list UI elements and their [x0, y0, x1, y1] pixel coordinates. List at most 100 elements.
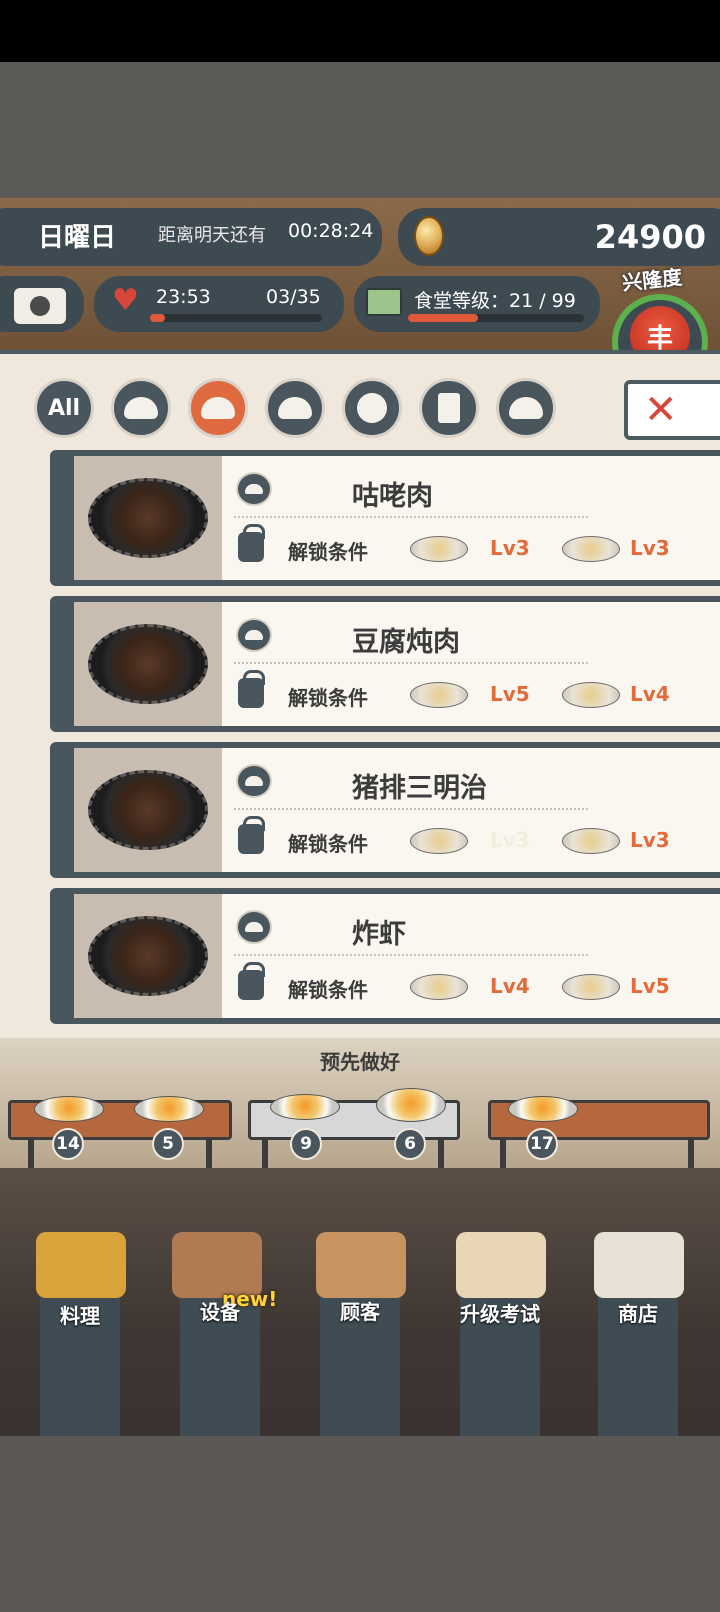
recipe-card[interactable]: 炸虾 解锁条件 Lv4 Lv5 — [50, 888, 720, 1024]
dish-count-badge: 5 — [152, 1128, 184, 1160]
requirement-level: Lv5 — [630, 974, 670, 998]
heart-icon: ♥ — [112, 283, 139, 318]
tray-leg — [500, 1140, 506, 1168]
prepared-dish-icon[interactable] — [34, 1096, 104, 1122]
requirement-dish-icon — [410, 682, 468, 708]
filter-dessert-button[interactable] — [496, 378, 556, 438]
close-icon: ✕ — [644, 387, 678, 433]
stamina-bar — [150, 314, 322, 322]
dish-image — [88, 916, 208, 996]
drink-glass-icon — [438, 393, 460, 423]
stamina-bar-fill — [150, 314, 165, 322]
game-screen: 日曜日 距离明天还有 00:28:24 24900 ♥ 23:53 03/35 … — [0, 0, 720, 1612]
cooking-pot-icon — [36, 1232, 126, 1298]
recipe-card[interactable]: 猪排三明治 解锁条件 Lv3 Lv3 — [50, 742, 720, 878]
recipe-details: 猪排三明治 解锁条件 Lv3 Lv3 — [222, 748, 720, 872]
tray-leg — [438, 1140, 444, 1168]
requirement-dish-icon — [562, 536, 620, 562]
requirement-level: Lv5 — [490, 682, 530, 706]
unlock-label: 解锁条件 — [288, 832, 368, 856]
prepared-dish-icon[interactable] — [508, 1096, 578, 1122]
nav-exam-label: 升级考试 — [460, 1302, 540, 1326]
lock-icon — [238, 670, 265, 708]
stamina-count: 03/35 — [266, 286, 321, 308]
dish-count-badge: 6 — [394, 1128, 426, 1160]
lock-icon — [238, 962, 265, 1000]
recipe-thumbnail — [74, 894, 222, 1018]
recipe-card[interactable]: 咕咾肉 解锁条件 Lv3 Lv3 — [50, 450, 720, 586]
unlock-label: 解锁条件 — [288, 686, 368, 710]
filter-noodle-button[interactable] — [342, 378, 402, 438]
divider — [234, 516, 588, 518]
recipe-details: 炸虾 解锁条件 Lv4 Lv5 — [222, 894, 720, 1018]
main-dish-category-icon — [236, 472, 272, 506]
status-bar — [0, 0, 720, 62]
nav-equipment-label: 设备 — [200, 1300, 240, 1324]
requirement-dish-icon — [562, 974, 620, 1000]
panel-border — [0, 350, 720, 354]
tray-leg — [688, 1140, 694, 1168]
level-bar-fill — [408, 314, 478, 322]
dish-image — [88, 770, 208, 850]
lucky-cat-icon — [594, 1232, 684, 1298]
rice-bowl-icon — [124, 397, 158, 419]
requirement-level: Lv3 — [630, 828, 670, 852]
exam-paper-icon — [456, 1232, 546, 1298]
filter-side-dish-button[interactable] — [265, 378, 325, 438]
prepared-dish-icon[interactable] — [270, 1094, 340, 1120]
divider — [234, 808, 588, 810]
filter-main-dish-button[interactable] — [188, 378, 248, 438]
coin-value: 24900 — [594, 218, 706, 256]
tray-leg — [28, 1140, 34, 1168]
recipe-thumbnail — [74, 602, 222, 726]
recipe-details: 豆腐炖肉 解锁条件 Lv5 Lv4 — [222, 602, 720, 726]
prepared-dish-icon[interactable] — [134, 1096, 204, 1122]
tray-leg — [206, 1140, 212, 1168]
requirement-dish-icon — [562, 682, 620, 708]
divider — [234, 954, 588, 956]
filter-rice-button[interactable] — [111, 378, 171, 438]
recipe-card[interactable]: 豆腐炖肉 解锁条件 Lv5 Lv4 — [50, 596, 720, 732]
unlock-label: 解锁条件 — [288, 978, 368, 1002]
requirement-level: Lv3 — [490, 536, 530, 560]
requirement-dish-icon — [410, 828, 468, 854]
close-button[interactable]: ✕ — [624, 380, 720, 440]
filter-all-button[interactable]: All — [34, 378, 94, 438]
filter-drink-button[interactable] — [419, 378, 479, 438]
recipe-name: 豆腐炖肉 — [352, 627, 460, 658]
dessert-icon — [509, 397, 543, 419]
dish-image — [88, 478, 208, 558]
requirement-dish-icon — [410, 974, 468, 1000]
customers-icon — [316, 1232, 406, 1298]
camera-icon[interactable] — [14, 288, 66, 324]
recipe-name: 咕咾肉 — [352, 481, 433, 512]
requirement-level: Lv4 — [630, 682, 670, 706]
dish-count-badge: 14 — [52, 1128, 84, 1160]
main-dish-category-icon — [236, 764, 272, 798]
lock-icon — [238, 816, 265, 854]
recipe-thumbnail — [74, 456, 222, 580]
main-dish-category-icon — [236, 618, 272, 652]
noodle-bowl-icon — [357, 393, 387, 423]
countdown-time: 00:28:24 — [288, 220, 374, 242]
main-dish-category-icon — [236, 910, 272, 944]
divider — [234, 662, 588, 664]
side-dish-icon — [278, 397, 312, 419]
main-dish-icon — [201, 397, 235, 419]
recipe-name: 炸虾 — [352, 919, 406, 950]
countdown-label: 距离明天还有 — [158, 225, 266, 246]
requirement-level: Lv4 — [490, 974, 530, 998]
dish-count-badge: 17 — [526, 1128, 558, 1160]
dish-image — [88, 624, 208, 704]
prepared-dish-icon[interactable] — [376, 1088, 446, 1122]
requirement-dish-icon — [562, 828, 620, 854]
lock-icon — [238, 524, 265, 562]
cafeteria-level: 食堂等级：21 / 99 — [414, 290, 576, 312]
prepared-title: 预先做好 — [320, 1050, 400, 1074]
house-icon — [366, 288, 402, 316]
nav-shop-label: 商店 — [618, 1302, 658, 1326]
requirement-dish-icon — [410, 536, 468, 562]
tray-leg — [262, 1140, 268, 1168]
recipe-details: 咕咾肉 解锁条件 Lv3 Lv3 — [222, 456, 720, 580]
requirement-level: Lv3 — [490, 828, 530, 852]
